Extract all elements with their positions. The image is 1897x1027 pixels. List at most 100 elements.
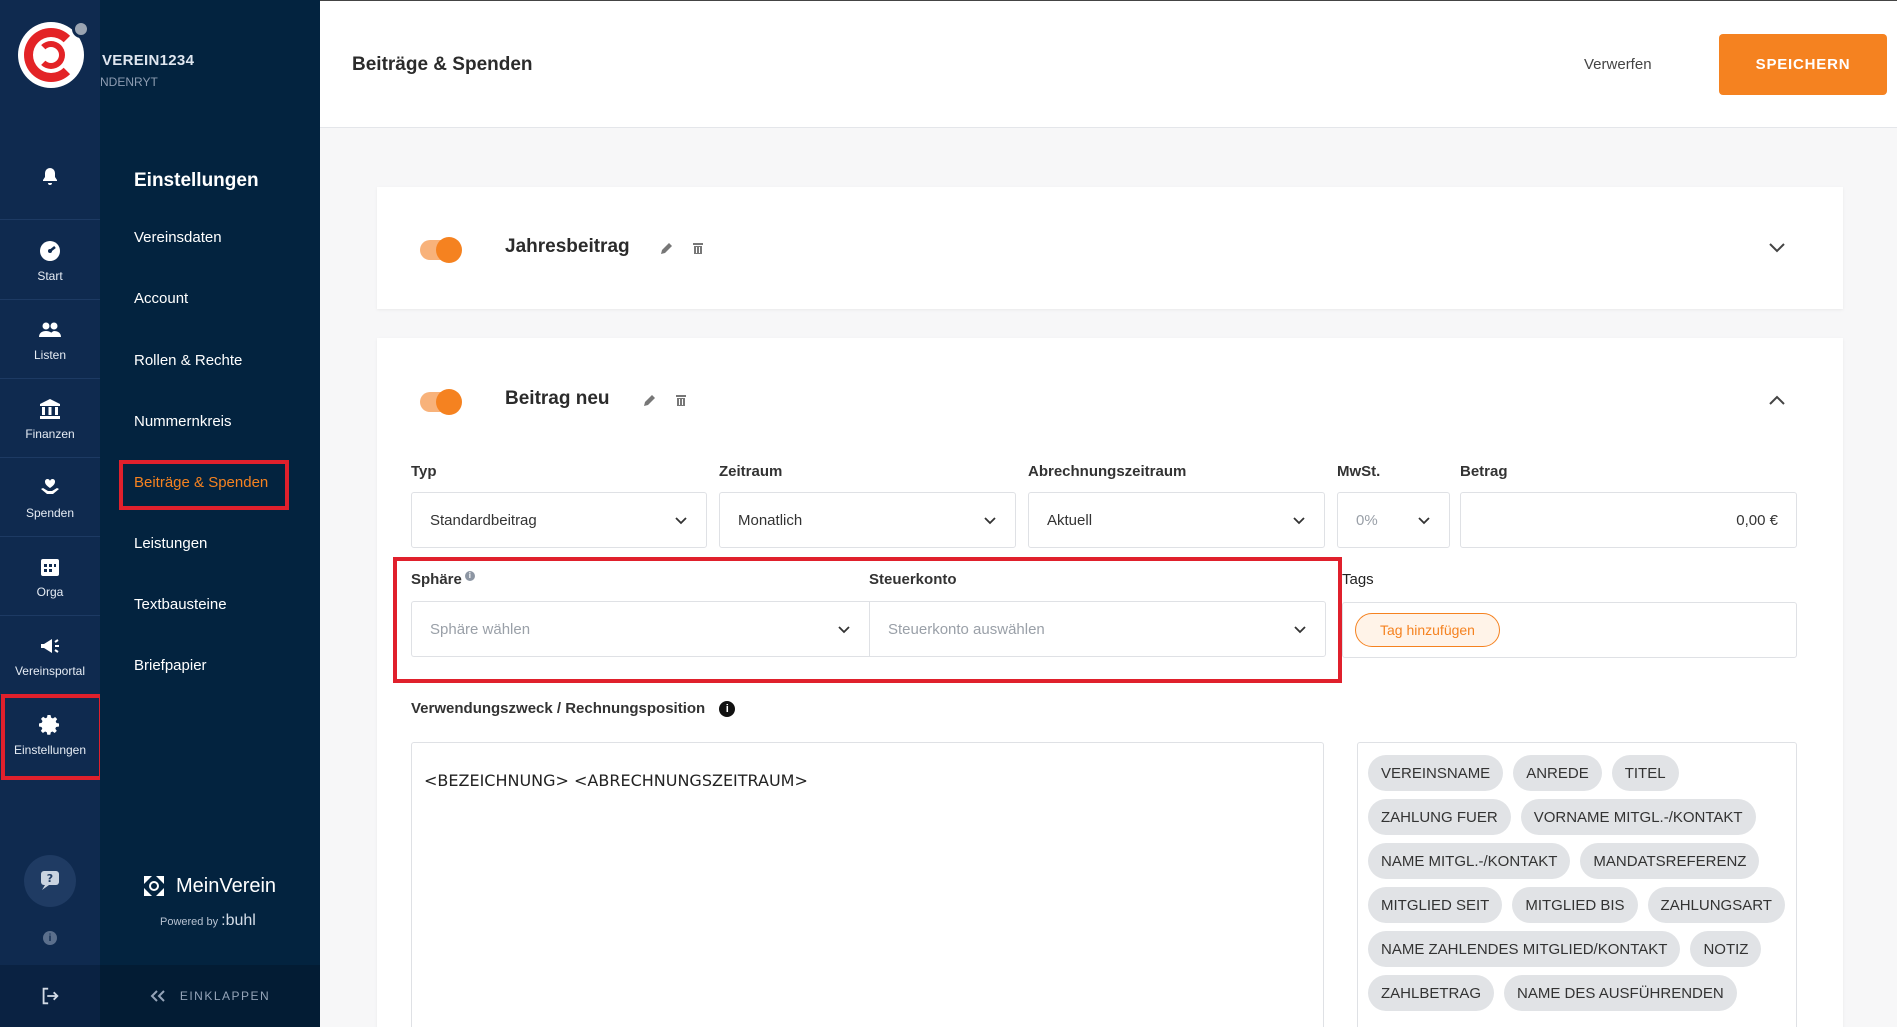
logout-icon — [42, 987, 59, 1005]
discard-button[interactable]: Verwerfen — [1584, 56, 1652, 73]
rail-item-spenden[interactable]: Spenden — [0, 459, 100, 537]
chevron-down-icon — [1418, 517, 1430, 525]
rail-item-orga[interactable]: Orga — [0, 538, 100, 616]
chevron-up-icon[interactable] — [1767, 391, 1787, 411]
placeholder-chip[interactable]: TITEL — [1611, 755, 1679, 791]
nav-item-nummernkreis[interactable]: Nummernkreis — [134, 413, 232, 430]
notifications-button[interactable] — [0, 140, 100, 220]
calendar-icon — [41, 558, 59, 576]
rail-item-label: Finanzen — [25, 426, 75, 441]
rail-item-label: Start — [37, 268, 63, 283]
help-button[interactable]: ? — [24, 855, 76, 907]
dashboard-gauge-icon — [40, 240, 60, 261]
bell-icon — [43, 167, 57, 185]
placeholder-chip[interactable]: VORNAME MITGL.-/KONTAKT — [1520, 799, 1756, 835]
mwst-label: MwSt. — [1337, 463, 1381, 480]
chevron-down-icon[interactable] — [1767, 237, 1787, 257]
info-icon[interactable]: i — [43, 931, 57, 945]
rail-item-vereinsportal[interactable]: Vereinsportal — [0, 617, 100, 695]
heart-hand-icon — [41, 478, 59, 494]
rail-item-listen[interactable]: Listen — [0, 301, 100, 379]
placeholder-chip[interactable]: ZAHLBETRAG — [1368, 975, 1495, 1011]
nav-item-rollen-rechte[interactable]: Rollen & Rechte — [134, 352, 242, 369]
verwendungszweck-label-text: Verwendungszweck / Rechnungsposition — [411, 700, 706, 717]
rail-item-finanzen[interactable]: Finanzen — [0, 380, 100, 458]
help-chat-icon: ? — [41, 871, 59, 890]
nav-item-account[interactable]: Account — [134, 290, 188, 307]
sphaere-label-text: Sphäre — [411, 571, 462, 588]
steuerkonto-select[interactable]: Steuerkonto auswählen — [869, 601, 1326, 657]
chevron-down-icon — [1294, 626, 1306, 634]
card-title: Beitrag neu — [505, 388, 610, 409]
nav-item-briefpapier[interactable]: Briefpapier — [134, 657, 207, 674]
abrechnung-label: Abrechnungszeitraum — [1028, 463, 1187, 480]
mwst-value: 0% — [1356, 511, 1378, 529]
placeholder-chip[interactable]: MANDATSREFERENZ — [1580, 843, 1760, 879]
placeholder-chip[interactable]: NOTIZ — [1690, 931, 1762, 967]
tags-label: Tags — [1342, 571, 1374, 588]
add-tag-button[interactable]: Tag hinzufügen — [1355, 613, 1500, 647]
zeitraum-label: Zeitraum — [719, 463, 783, 480]
save-button[interactable]: SPEICHERN — [1719, 34, 1887, 95]
users-icon — [39, 322, 61, 337]
app-logo[interactable] — [18, 20, 90, 88]
info-icon[interactable]: i — [719, 701, 736, 718]
placeholder-chip[interactable]: NAME ZAHLENDES MITGLIED/KONTAKT — [1368, 931, 1681, 967]
betrag-value: 0,00 € — [1736, 511, 1778, 529]
meinverein-mark-icon — [144, 876, 164, 896]
double-chevron-left-icon — [150, 990, 165, 1002]
zeitraum-select[interactable]: Monatlich — [719, 492, 1016, 548]
placeholder-chip[interactable]: VEREINSNAME — [1368, 755, 1504, 791]
trash-icon[interactable] — [691, 241, 705, 255]
nav-item-beitraege-spenden[interactable]: Beiträge & Spenden — [134, 474, 268, 491]
chevron-down-icon — [984, 517, 996, 525]
svg-text:?: ? — [47, 872, 53, 885]
chevron-down-icon — [1293, 517, 1305, 525]
betrag-input[interactable]: 0,00 € — [1460, 492, 1797, 548]
edit-pencil-icon[interactable] — [660, 241, 674, 255]
verwendungszweck-label: Verwendungszweck / Rechnungsposition i — [411, 700, 736, 718]
card-title: Jahresbeitrag — [505, 236, 630, 257]
placeholder-chip[interactable]: NAME DES AUSFÜHRENDEN — [1504, 975, 1737, 1011]
abrechnung-select[interactable]: Aktuell — [1028, 492, 1325, 548]
rail-item-einstellungen[interactable]: Einstellungen — [0, 696, 100, 774]
placeholder-chip[interactable]: MITGLIED SEIT — [1368, 887, 1503, 923]
typ-select[interactable]: Standardbeitrag — [411, 492, 707, 548]
edit-pencil-icon[interactable] — [643, 393, 657, 407]
enable-toggle[interactable] — [420, 237, 462, 263]
collapse-label: EINKLAPPEN — [179, 989, 271, 1003]
collapse-nav-button[interactable]: EINKLAPPEN — [100, 965, 320, 1027]
toggle-knob — [436, 237, 462, 263]
placeholder-chip[interactable]: ZAHLUNG FUER — [1368, 799, 1511, 835]
bank-icon — [40, 398, 60, 419]
sphaere-select[interactable]: Sphäre wählen — [411, 601, 869, 657]
logo-badge-icon — [72, 20, 90, 38]
mwst-select[interactable]: 0% — [1337, 492, 1450, 548]
chevron-down-icon — [675, 517, 687, 525]
nav-item-vereinsdaten[interactable]: Vereinsdaten — [134, 229, 222, 246]
tags-field[interactable]: Tag hinzufügen — [1342, 602, 1797, 658]
powered-by-text: Powered by — [160, 916, 219, 928]
enable-toggle[interactable] — [420, 389, 462, 415]
sphaere-label: Sphäre i — [411, 571, 475, 588]
toggle-knob — [436, 389, 462, 415]
powered-by: Powered by :buhl — [160, 912, 256, 930]
page-header: Beiträge & Spenden Verwerfen SPEICHERN — [320, 0, 1897, 128]
nav-item-leistungen[interactable]: Leistungen — [134, 535, 207, 552]
placeholder-chip[interactable]: ZAHLUNGSART — [1647, 887, 1785, 923]
sphaere-placeholder: Sphäre wählen — [430, 620, 531, 638]
trash-icon[interactable] — [674, 393, 688, 407]
typ-value: Standardbeitrag — [430, 511, 537, 529]
rail-item-start[interactable]: Start — [0, 222, 100, 300]
org-subtitle: NDENRYT — [100, 75, 158, 89]
page-title: Beiträge & Spenden — [352, 54, 533, 75]
logout-button[interactable] — [0, 965, 100, 1027]
nav-item-textbausteine[interactable]: Textbausteine — [134, 596, 227, 613]
placeholder-chip[interactable]: ANREDE — [1513, 755, 1602, 791]
verwendungszweck-textarea[interactable]: <BEZEICHNUNG> <ABRECHNUNGSZEITRAUM> — [411, 742, 1324, 1027]
placeholder-chip[interactable]: MITGLIED BIS — [1512, 887, 1638, 923]
placeholder-chip[interactable]: NAME MITGL.-/KONTAKT — [1368, 843, 1571, 879]
icon-rail: Start Listen Finanzen Spenden Orga Verei… — [0, 0, 100, 1027]
buhl-brand: :buhl — [221, 912, 256, 929]
sphaere-info-icon[interactable]: i — [464, 571, 475, 581]
